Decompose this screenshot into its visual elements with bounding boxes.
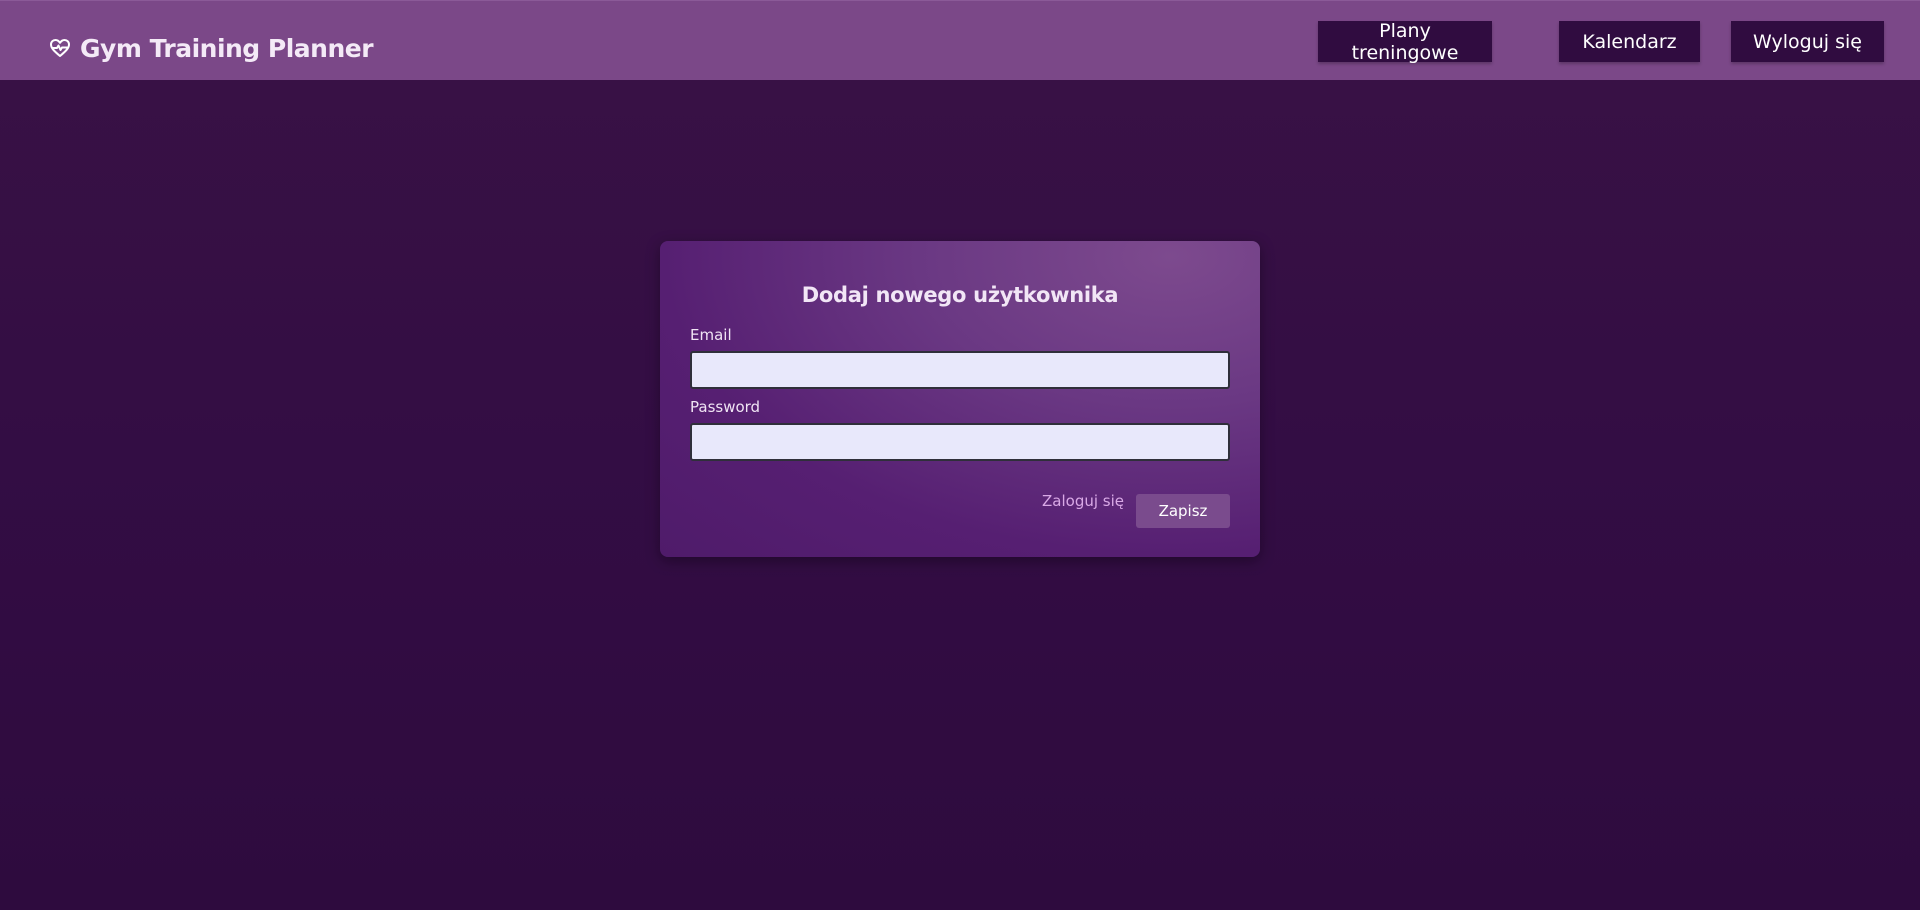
logout-button[interactable]: Wyloguj się [1731, 21, 1884, 62]
password-field[interactable] [690, 423, 1230, 461]
heart-pulse-icon [48, 36, 72, 60]
nav-training-plans-button[interactable]: Plany treningowe [1318, 20, 1492, 64]
brand[interactable]: Gym Training Planner [48, 31, 374, 65]
email-field[interactable] [690, 351, 1230, 389]
login-link[interactable]: Zaloguj się [1042, 492, 1124, 510]
nav-calendar-button[interactable]: Kalendarz [1559, 21, 1700, 62]
password-label: Password [690, 398, 761, 416]
add-user-form-card: Dodaj nowego użytkownika Email Password … [660, 241, 1260, 557]
save-button[interactable]: Zapisz [1136, 494, 1230, 528]
email-label: Email [690, 326, 732, 344]
top-navbar: Gym Training Planner Plany treningowe Ka… [0, 0, 1920, 80]
form-title: Dodaj nowego użytkownika [801, 283, 1119, 307]
brand-title: Gym Training Planner [80, 33, 374, 63]
